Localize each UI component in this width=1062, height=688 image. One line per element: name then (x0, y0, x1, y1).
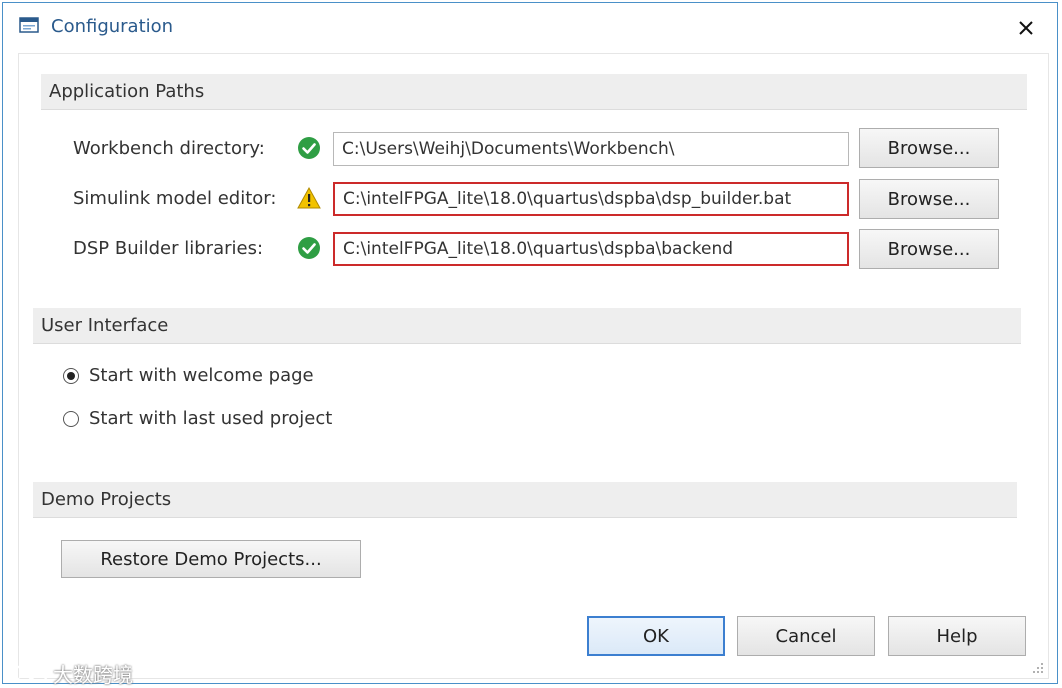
dsp-builder-libraries-label: DSP Builder libraries: (73, 238, 264, 259)
start-last-project-label: Start with last used project (89, 408, 333, 429)
dsp-builder-browse-button[interactable]: Browse... (859, 229, 999, 269)
radio-button-checked[interactable] (63, 367, 79, 384)
resize-grip-icon[interactable] (1030, 660, 1044, 674)
start-welcome-page-label: Start with welcome page (89, 365, 314, 386)
simulink-model-editor-input[interactable] (333, 182, 849, 216)
configuration-dialog: Configuration Application Paths Workbenc… (2, 2, 1058, 687)
window-icon (19, 17, 39, 33)
workbench-browse-button[interactable]: Browse... (859, 128, 999, 168)
simulink-browse-button[interactable]: Browse... (859, 179, 999, 219)
application-paths-header: Application Paths (41, 74, 1027, 110)
start-last-project-option[interactable]: Start with last used project (63, 408, 332, 429)
restore-demo-projects-button[interactable]: Restore Demo Projects... (61, 540, 361, 578)
close-button[interactable] (1009, 11, 1043, 45)
title-bar[interactable]: Configuration (3, 3, 1057, 49)
chat-bubble-icon (14, 663, 48, 683)
workbench-directory-label: Workbench directory: (73, 138, 265, 159)
window-title: Configuration (51, 16, 174, 37)
warning-icon (297, 186, 321, 209)
watermark-text: 大数跨境 (53, 663, 133, 687)
workbench-directory-input[interactable] (333, 132, 849, 166)
dsp-builder-libraries-input[interactable] (333, 232, 849, 266)
check-icon (298, 237, 320, 259)
ok-button[interactable]: OK (587, 616, 725, 656)
dialog-body: Application Paths Workbench directory: B… (18, 53, 1049, 679)
check-icon (298, 137, 320, 159)
close-icon (1019, 21, 1033, 35)
help-button[interactable]: Help (888, 616, 1026, 656)
simulink-model-editor-label: Simulink model editor: (73, 188, 277, 209)
demo-projects-header: Demo Projects (33, 482, 1017, 518)
radio-button-unchecked[interactable] (63, 410, 79, 427)
cancel-button[interactable]: Cancel (737, 616, 875, 656)
user-interface-header: User Interface (33, 308, 1021, 344)
watermark: 大数跨境 (13, 659, 133, 688)
radio-dot (67, 371, 75, 380)
start-welcome-page-option[interactable]: Start with welcome page (63, 365, 314, 386)
